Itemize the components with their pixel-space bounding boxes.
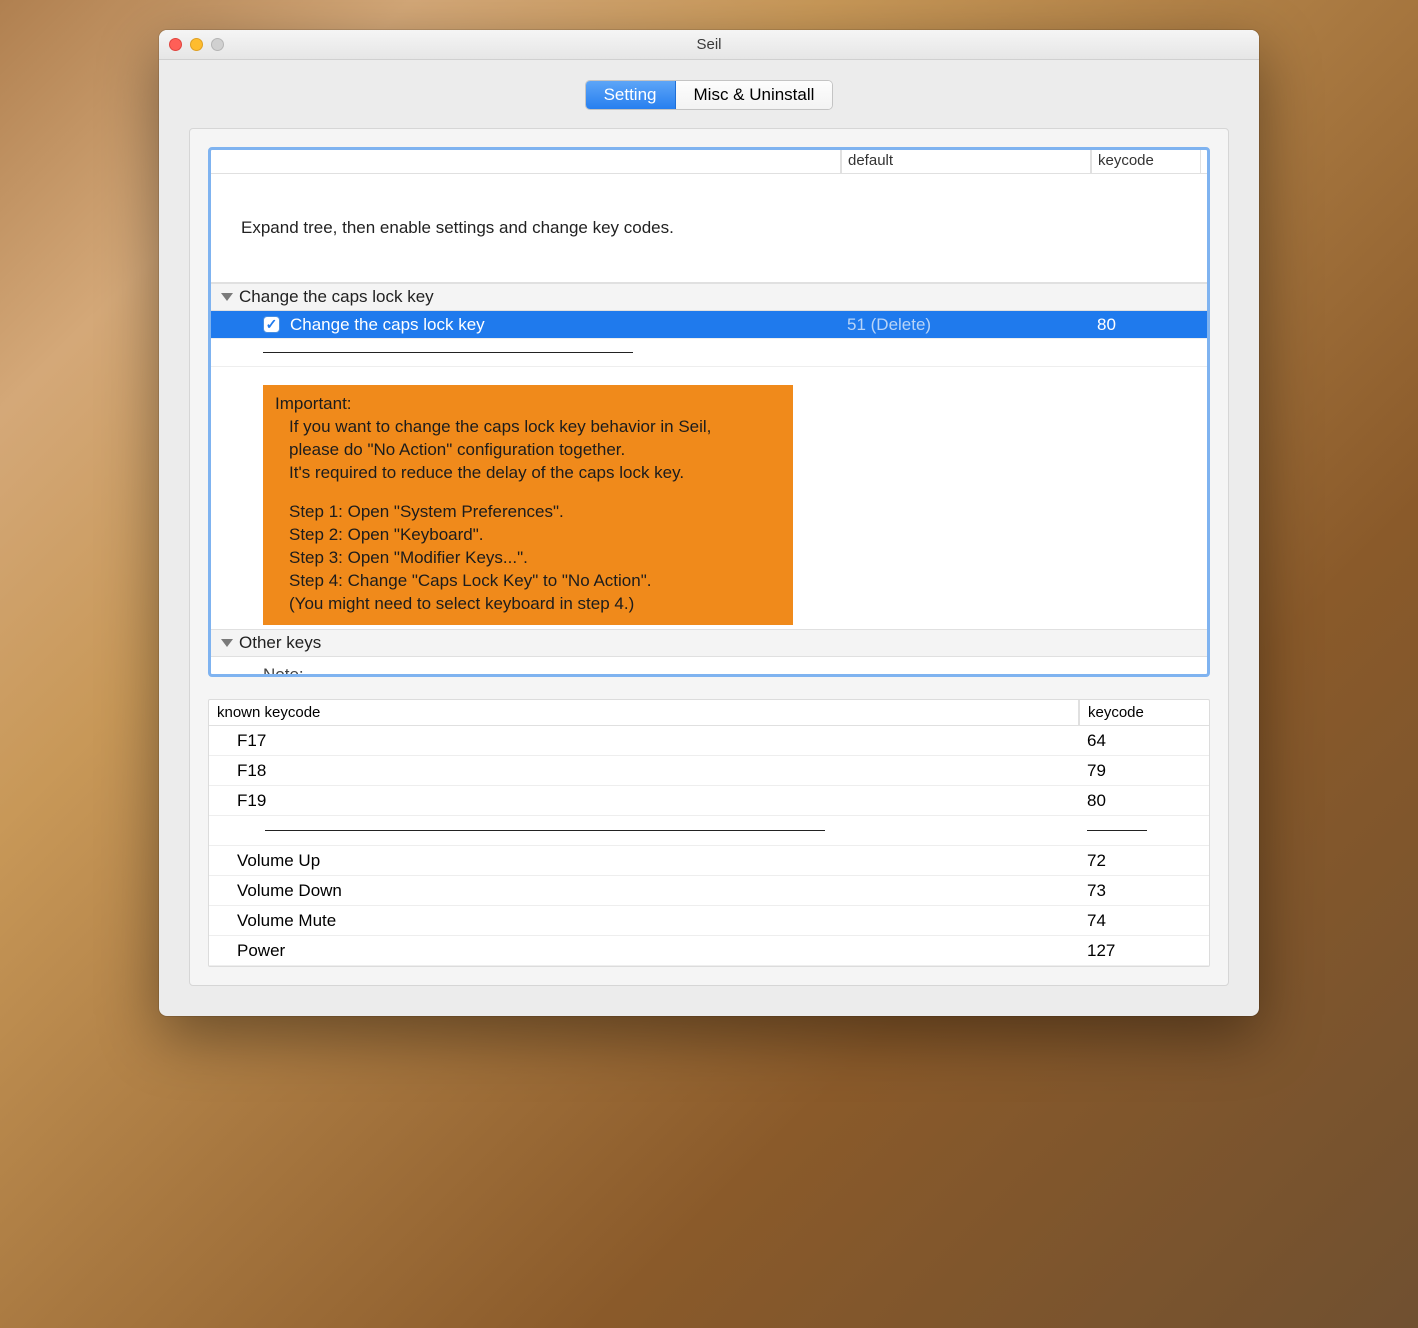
keycode-value: 80 [1079, 788, 1209, 814]
col-header-keycode[interactable]: keycode [1091, 150, 1201, 173]
tabbar: Setting Misc & Uninstall [189, 80, 1229, 110]
tab-setting[interactable]: Setting [586, 81, 676, 109]
group-label: Change the caps lock key [239, 287, 434, 307]
disclosure-triangle-icon[interactable] [221, 639, 233, 647]
keycode-row[interactable]: F1764 [209, 726, 1209, 756]
important-note-wrapper: Important: If you want to change the cap… [211, 367, 1207, 629]
keycode-name: Power [209, 938, 1079, 964]
separator-line [265, 830, 825, 831]
important-line: If you want to change the caps lock key … [275, 416, 781, 439]
separator-line [263, 352, 633, 353]
tab-misc-uninstall[interactable]: Misc & Uninstall [676, 81, 833, 109]
keycode-row [209, 816, 1209, 846]
titlebar[interactable]: Seil [159, 30, 1259, 60]
group-capslock[interactable]: Change the caps lock key [211, 283, 1207, 311]
keycode-value: 127 [1079, 938, 1209, 964]
keycode-name: Volume Mute [209, 908, 1079, 934]
important-footnote: (You might need to select keyboard in st… [275, 593, 781, 616]
tree-header: default keycode [211, 150, 1207, 174]
keycode-row[interactable]: Volume Mute74 [209, 906, 1209, 936]
important-step: Step 2: Open "Keyboard". [275, 524, 781, 547]
tree-intro: Expand tree, then enable settings and ch… [211, 174, 1207, 283]
minimize-button[interactable] [190, 38, 203, 51]
important-step: Step 1: Open "System Preferences". [275, 501, 781, 524]
col-header-name[interactable] [211, 150, 841, 173]
important-title: Important: [275, 393, 781, 416]
row-change-capslock[interactable]: Change the caps lock key 51 (Delete) 80 [211, 311, 1207, 339]
close-button[interactable] [169, 38, 182, 51]
keycode-name: F19 [209, 788, 1079, 814]
important-step: Step 3: Open "Modifier Keys...". [275, 547, 781, 570]
keycode-row[interactable]: Power127 [209, 936, 1209, 966]
window-body: Setting Misc & Uninstall default keycode… [159, 60, 1259, 1016]
keycode-name: Volume Down [209, 878, 1079, 904]
disclosure-triangle-icon[interactable] [221, 293, 233, 301]
row-label: Change the caps lock key [290, 315, 485, 335]
keycode-value: 79 [1079, 758, 1209, 784]
keycode-row[interactable]: Volume Up72 [209, 846, 1209, 876]
settings-tree[interactable]: default keycode Expand tree, then enable… [208, 147, 1210, 677]
keycode-row[interactable]: F1879 [209, 756, 1209, 786]
kc-header-code[interactable]: keycode [1079, 700, 1209, 725]
group-label: Other keys [239, 633, 321, 653]
kc-header-name[interactable]: known keycode [209, 700, 1079, 725]
window-title: Seil [696, 36, 721, 53]
content-box: default keycode Expand tree, then enable… [189, 128, 1229, 986]
separator-line [1087, 830, 1147, 831]
keycode-name: Volume Up [209, 848, 1079, 874]
keycode-name: F18 [209, 758, 1079, 784]
keycode-value: 74 [1079, 908, 1209, 934]
keycode-name: F17 [209, 728, 1079, 754]
keycode-rows: F1764F1879F1980 Volume Up72Volume Down73V… [209, 726, 1209, 966]
keycode-value: 64 [1079, 728, 1209, 754]
keycode-value: 73 [1079, 878, 1209, 904]
important-note: Important: If you want to change the cap… [263, 385, 793, 625]
segmented-control: Setting Misc & Uninstall [585, 80, 834, 110]
trailing-note: Note: [211, 657, 1207, 674]
col-header-default[interactable]: default [841, 150, 1091, 173]
group-other-keys[interactable]: Other keys [211, 629, 1207, 657]
checkbox-change-capslock[interactable] [263, 316, 280, 333]
keycode-value: 72 [1079, 848, 1209, 874]
keycode-row[interactable]: F1980 [209, 786, 1209, 816]
tree-body[interactable]: Expand tree, then enable settings and ch… [211, 174, 1207, 674]
important-line: please do "No Action" configuration toge… [275, 439, 781, 462]
traffic-lights [169, 38, 224, 51]
keycode-row[interactable]: Volume Down73 [209, 876, 1209, 906]
keycode-table[interactable]: known keycode keycode F1764F1879F1980 Vol… [208, 699, 1210, 967]
row-default: 51 (Delete) [841, 315, 1091, 335]
important-line: It's required to reduce the delay of the… [275, 462, 781, 485]
keycode-header: known keycode keycode [209, 700, 1209, 726]
zoom-button[interactable] [211, 38, 224, 51]
important-step: Step 4: Change "Caps Lock Key" to "No Ac… [275, 570, 781, 593]
app-window: Seil Setting Misc & Uninstall default ke… [159, 30, 1259, 1016]
separator-row [211, 339, 1207, 367]
row-keycode[interactable]: 80 [1091, 315, 1201, 335]
